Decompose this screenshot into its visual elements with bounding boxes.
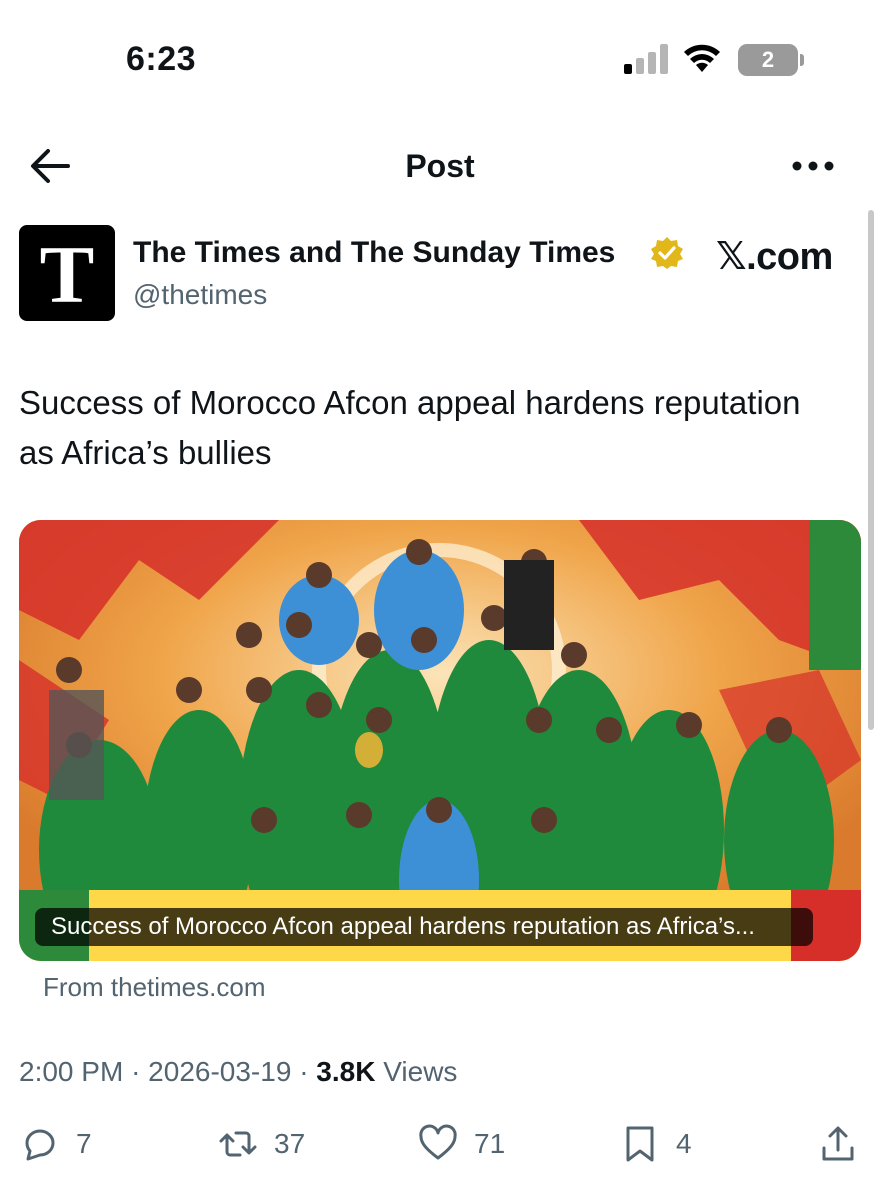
heart-icon	[419, 1124, 457, 1160]
meta-separator: ·	[299, 1056, 309, 1087]
author-handle[interactable]: @thetimes	[133, 279, 267, 311]
views-label: Views	[383, 1056, 458, 1087]
link-card[interactable]: Success of Morocco Afcon appeal hardens …	[19, 520, 861, 961]
tweet-text: Success of Morocco Afcon appeal hardens …	[19, 384, 801, 471]
repost-icon	[219, 1131, 257, 1157]
battery-tip	[800, 54, 804, 66]
bookmark-count: 4	[676, 1128, 692, 1159]
author-avatar[interactable]: T	[19, 225, 115, 321]
author-name[interactable]: The Times and The Sunday Times	[133, 236, 615, 270]
card-source[interactable]: From thetimes.com	[43, 972, 266, 1003]
post-date: 2026-03-19	[148, 1056, 292, 1087]
battery-icon: 2	[738, 44, 804, 76]
page-title: Post	[405, 148, 475, 184]
cellular-signal-icon	[624, 44, 668, 74]
reply-icon	[25, 1129, 55, 1161]
x-watermark: 𝕏.com	[716, 236, 833, 278]
card-caption: Success of Morocco Afcon appeal hardens …	[35, 908, 813, 946]
reply-count: 7	[76, 1128, 92, 1159]
repost-count: 37	[274, 1128, 306, 1159]
share-icon	[822, 1126, 854, 1161]
scroll-indicator[interactable]	[868, 210, 874, 730]
bookmark-icon	[626, 1126, 654, 1162]
post-time: 2:00 PM	[19, 1056, 124, 1087]
wifi-icon	[684, 44, 720, 72]
views-count: 3.8K	[316, 1056, 376, 1087]
verified-badge-icon[interactable]	[650, 236, 684, 270]
status-bar: 6:23 2	[0, 0, 880, 120]
meta-separator: ·	[131, 1056, 141, 1087]
more-options-icon[interactable]	[790, 156, 836, 176]
battery-level: 2	[738, 44, 798, 76]
status-time: 6:23	[126, 40, 197, 78]
like-count: 71	[474, 1128, 506, 1159]
nav-bar: Post	[0, 130, 880, 202]
card-image	[19, 520, 861, 961]
post-meta: 2:00 PM · 2026-03-19 · 3.8K Views	[19, 1056, 457, 1088]
